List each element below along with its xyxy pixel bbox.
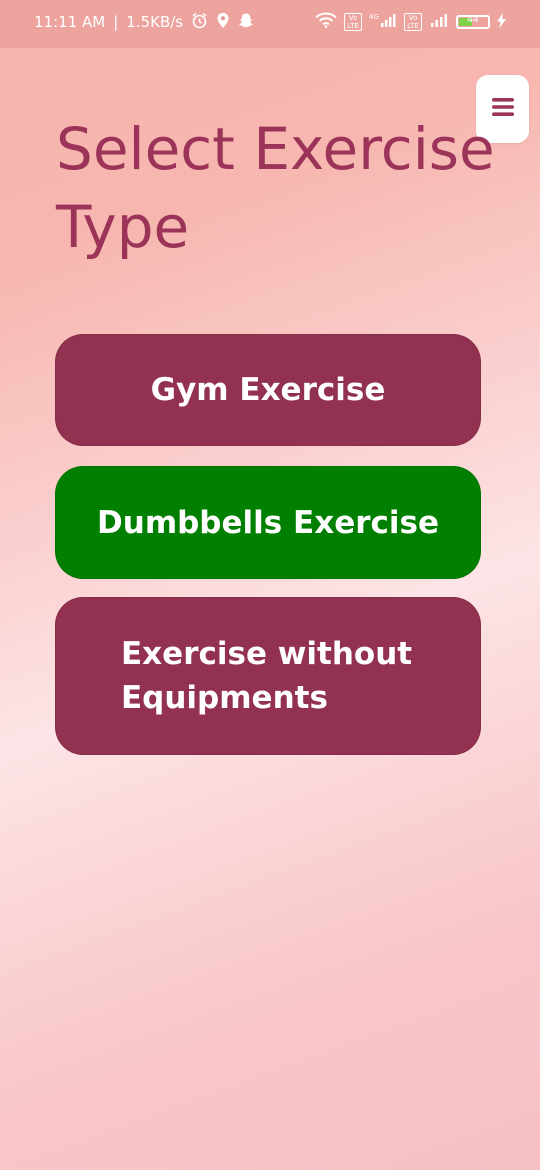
gym-exercise-label: Gym Exercise (150, 372, 386, 408)
battery-level: 44 (467, 15, 479, 25)
dumbbells-exercise-label: Dumbbells Exercise (97, 504, 439, 541)
exercise-without-equipments-button[interactable]: Exercise without Equipments (55, 597, 481, 755)
network-speed: 1.5KB/s (126, 13, 184, 31)
status-bar: 11:11 AM | 1.5KB/s Vo LTE 4G Vo LTE 44 (0, 0, 540, 48)
svg-text:4G: 4G (369, 13, 379, 21)
gym-exercise-button[interactable]: Gym Exercise (55, 334, 481, 446)
page-title: Select Exercise Type (56, 115, 495, 261)
volte-badge-2: Vo LTE (404, 13, 422, 31)
status-separator: | (113, 13, 119, 31)
wifi-icon (315, 12, 337, 32)
status-time: 11:11 AM (34, 13, 106, 31)
status-left: 11:11 AM | 1.5KB/s (34, 12, 254, 33)
lightning-bolt-icon (497, 12, 506, 32)
exercise-without-equipments-label: Exercise without Equipments (121, 636, 413, 716)
location-pin-icon (216, 12, 230, 33)
signal-strength-icon-2 (429, 12, 449, 32)
snapchat-ghost-icon (238, 12, 254, 33)
status-right: Vo LTE 4G Vo LTE 44 (315, 12, 506, 32)
alarm-clock-icon (191, 12, 208, 33)
dumbbells-exercise-button[interactable]: Dumbbells Exercise (55, 466, 481, 579)
battery-icon: 44 (456, 15, 490, 29)
signal-strength-icon: 4G (369, 12, 397, 32)
volte-badge: Vo LTE (344, 13, 362, 31)
